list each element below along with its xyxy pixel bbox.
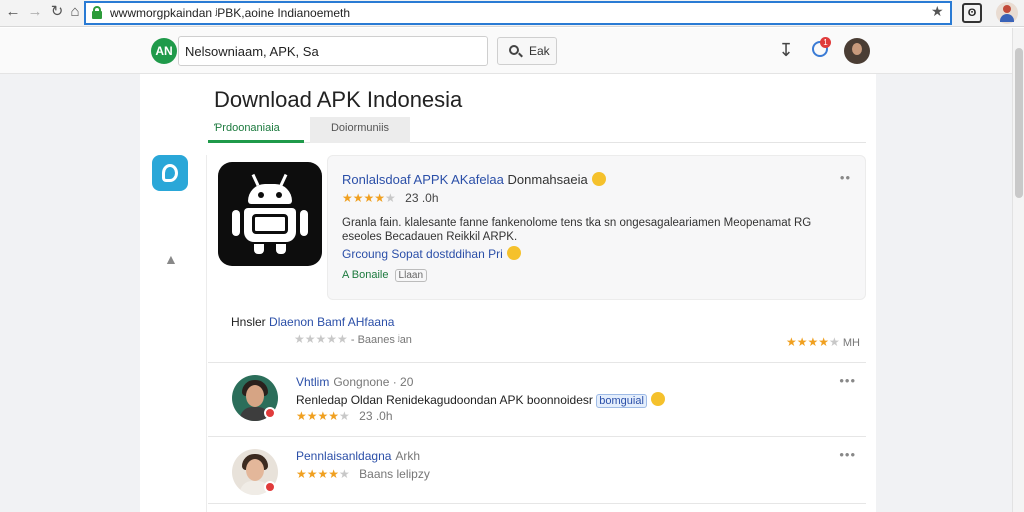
notification-badge: 1 [820,37,831,48]
page-gutter-left [0,28,140,512]
address-bar[interactable]: ᴡᴡᴡmorgpkaindan ʲPBK,aoine Indianoemeth [84,1,952,25]
page-gutter-right [876,28,1012,512]
app-detail-card: Ronlalsdoaf APPK AKafelaa Donmahsaeia ••… [327,155,866,300]
divider [208,503,866,504]
lock-icon [92,6,102,19]
site-header: ΑΝ Eak ↧ 1 [0,28,1012,74]
reviews-stars: ★★★★★ [294,332,348,346]
app-link[interactable]: Grcoung Sopat dostddihan Pri [342,246,521,261]
forward-arrow-icon[interactable]: → [26,3,44,21]
download-icon[interactable]: ↧ [778,40,794,60]
search-box[interactable] [178,36,488,66]
tab-bar: Ƥrdoonaniaia Doiormuniis [208,117,866,143]
review-rating: ★★★★★ 23 .0h [296,409,393,423]
search-input[interactable] [179,37,469,65]
url-text: ᴡᴡᴡmorgpkaindan ʲPBK,aoine Indianoemeth [110,6,351,20]
reviewer-name[interactable]: Vhtlim Gongnone · 20 [296,375,413,389]
rating-stars: ★★★★★ [342,191,396,205]
reload-icon[interactable]: ↻ [48,3,66,21]
tab-inactive[interactable]: Doiormuniis [310,117,410,143]
scroll-thumb[interactable] [1015,48,1023,198]
reviewer-name[interactable]: Pennlaisanldagna Arkh [296,449,420,463]
pin-icon[interactable]: ▲ [164,251,178,267]
site-logo[interactable]: ΑΝ [151,38,177,64]
reviewer-badge [264,481,276,493]
more-dots-icon[interactable]: ••• [839,447,856,462]
review-text: Renledap Oldan Renidekagudoondan APK boo… [296,392,665,408]
tab-active[interactable]: Ƥrdoonaniaia [208,117,304,143]
browser-toolbar: ← → ↻ ⌂ ᴡᴡᴡmorgpkaindan ʲPBK,aoine India… [0,0,1024,27]
user-avatar[interactable] [844,38,870,64]
reviews-link[interactable]: Dlaenon Bamf AHfaana [269,315,394,329]
chat-app-icon[interactable] [152,155,188,191]
app-meta: A Bonaile Llaan [342,269,428,282]
bookmark-star-icon[interactable]: ★ [931,3,944,20]
search-button[interactable]: Eak [497,37,557,65]
review-item: Pennlaisanldagna Arkh ★★★★★ Baans lelipzy… [208,443,866,512]
android-robot-icon[interactable] [218,162,322,266]
back-arrow-icon[interactable]: ← [4,3,22,21]
overall-rating: ★★★★★ MH [786,335,860,349]
app-description: Granla fain. klalesante fanne fankenolom… [342,217,812,243]
reviews-title: Hnsler Dlaenon Bamf AHfaana [231,315,395,329]
home-icon[interactable]: ⌂ [66,3,84,21]
review-chip[interactable]: bomguial [596,394,647,408]
more-dots-icon[interactable]: •• [840,170,851,185]
app-tag[interactable]: Llaan [394,269,428,282]
smile-emoji-icon [591,172,606,186]
review-item: Vhtlim Gongnone · 20 Renledap Oldan Renid… [208,369,866,441]
review-rating: ★★★★★ Baans lelipzy [296,467,430,481]
divider [208,436,866,437]
app-rating: ★★★★★ 23 .0h [342,191,439,205]
smile-emoji-icon [506,246,521,260]
rail-divider [206,155,207,512]
search-button-label: Eak [529,44,550,58]
reviewer-badge [264,407,276,419]
app-developer[interactable]: Donmahsaeia [508,172,588,187]
profile-icon[interactable] [996,2,1018,24]
scrollbar[interactable] [1012,28,1024,512]
smile-emoji-icon [650,392,665,406]
reviews-subtitle: ★★★★★ - Baanes ʲan [294,332,412,346]
app-title[interactable]: Ronlalsdoaf APPK AKafelaa Donmahsaeia [342,172,606,187]
extension-icon[interactable]: ʘ [962,3,982,23]
more-dots-icon[interactable]: ••• [839,373,856,388]
main-content: Download APK Indonesia Ƥrdoonaniaia Doio… [140,75,876,512]
page-title: Download APK Indonesia [214,87,463,112]
divider [208,362,866,363]
